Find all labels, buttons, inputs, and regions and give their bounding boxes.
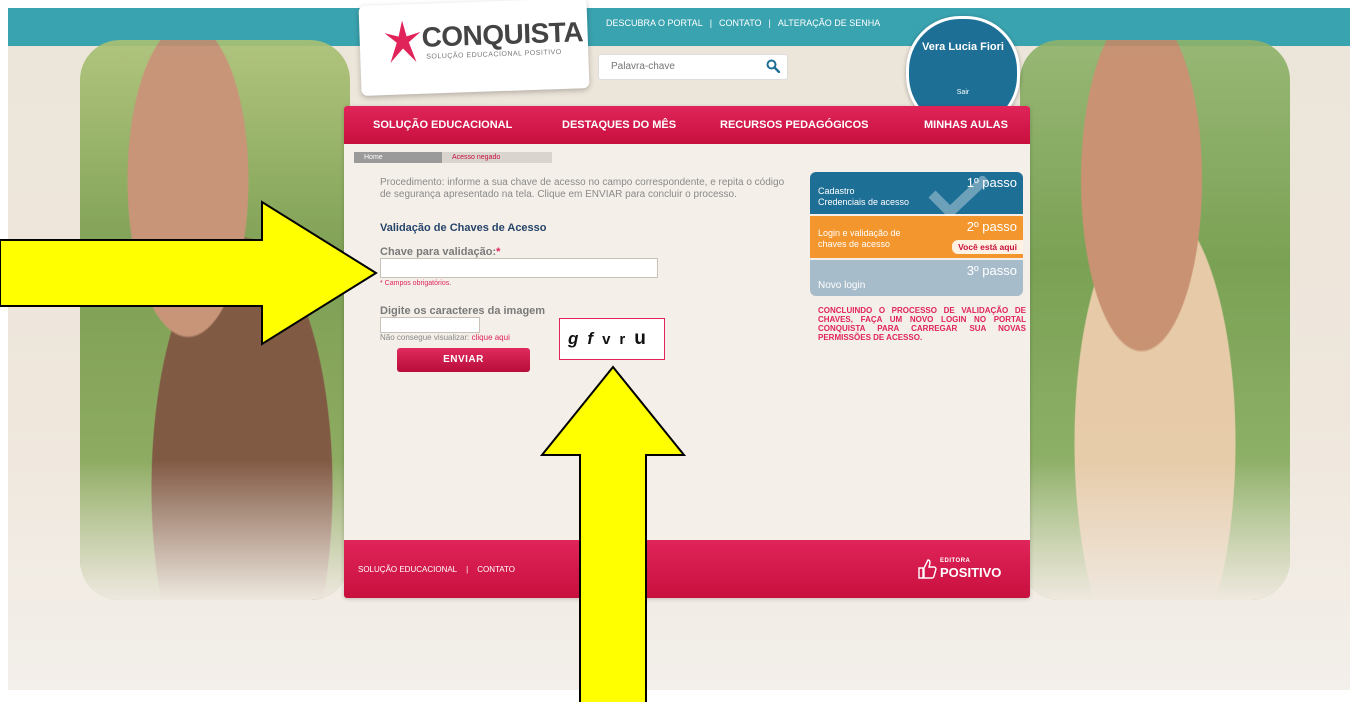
required-note: * Campos obrigatórios. — [380, 280, 452, 287]
search-box — [598, 54, 788, 80]
nav-destaques-do-mes[interactable]: DESTAQUES DO MÊS — [562, 119, 676, 131]
required-marker: * — [496, 246, 501, 258]
captcha-char: g — [568, 329, 584, 348]
step-3: 3º passo Novo login — [810, 260, 1023, 296]
instructions-text: Procedimento: informe a sua chave de ace… — [380, 177, 785, 200]
user-name: Vera Lucia Fiori — [922, 41, 1004, 53]
captcha-label: Digite os caracteres da imagem — [380, 305, 546, 317]
logout-link[interactable]: Sair — [909, 89, 1017, 96]
captcha-help: Não consegue visualizar: clique aqui — [380, 333, 510, 342]
captcha-char: r — [619, 331, 631, 348]
captcha-input[interactable] — [380, 317, 480, 333]
step-1: 1º passo Cadastro Credenciais de acesso — [810, 172, 1023, 216]
logo[interactable]: CONQUISTA SOLUÇÃO EDUCACIONAL POSITIVO — [358, 0, 590, 96]
step-text: Login e validação de chaves de acesso — [818, 228, 901, 249]
step-number: 3º passo — [966, 263, 1017, 278]
captcha-char: f — [587, 329, 599, 348]
current-step-badge: Você está aqui — [952, 240, 1023, 254]
yellow-arrow-right-icon — [0, 200, 378, 346]
captcha-char: v — [602, 331, 616, 348]
access-key-input[interactable] — [380, 258, 658, 278]
nav-solucao-educacional[interactable]: SOLUÇÃO EDUCACIONAL — [373, 119, 512, 131]
key-field-label: Chave para validação:* — [380, 246, 500, 258]
nav-minhas-aulas[interactable]: MINHAS AULAS — [924, 119, 1008, 131]
star-person-icon — [384, 20, 421, 63]
step-text: Cadastro Credenciais de acesso — [818, 186, 910, 207]
main-panel: SOLUÇÃO EDUCACIONAL DESTAQUES DO MÊS REC… — [344, 106, 1030, 598]
top-link-contato[interactable]: CONTATO — [719, 18, 762, 28]
breadcrumb-home[interactable]: Home — [354, 152, 442, 163]
step-2: 2º passo Login e validação de chaves de a… — [810, 216, 1023, 258]
top-links: DESCUBRA O PORTAL | CONTATO | ALTERAÇÃO DE S… — [606, 18, 881, 28]
footer-link-solucao[interactable]: SOLUÇÃO EDUCACIONAL — [358, 565, 457, 574]
footer-link-contato[interactable]: CONTATO — [477, 565, 515, 574]
search-input[interactable] — [609, 60, 753, 73]
captcha-image: gfvru — [559, 318, 665, 360]
captcha-refresh-link[interactable]: clique aqui — [472, 333, 510, 342]
top-link-alteracao-senha[interactable]: ALTERAÇÃO DE SENHA — [778, 18, 880, 28]
step-number: 1º passo — [966, 175, 1017, 190]
footer: SOLUÇÃO EDUCACIONAL | CONTATO EDITORA POSI… — [344, 540, 1030, 598]
main-nav: SOLUÇÃO EDUCACIONAL DESTAQUES DO MÊS REC… — [344, 106, 1030, 144]
breadcrumb-current: Acesso negado — [442, 152, 552, 163]
logo-small-text: EDITORA — [940, 558, 971, 564]
form-title: Validação de Chaves de Acesso — [380, 222, 547, 234]
captcha-help-text: Não consegue visualizar: — [380, 333, 472, 342]
key-label-text: Chave para validação: — [380, 246, 497, 258]
send-button[interactable]: ENVIAR — [397, 348, 530, 372]
step-number: 2º passo — [966, 219, 1017, 234]
kids-photo-right — [1020, 40, 1290, 600]
search-icon[interactable] — [766, 59, 780, 73]
footer-links: SOLUÇÃO EDUCACIONAL | CONTATO — [358, 565, 515, 574]
logo-big-text: POSITIVO — [940, 565, 1002, 580]
step-text: Novo login — [818, 280, 866, 291]
nav-recursos-pedagogicos[interactable]: RECURSOS PEDAGÓGICOS — [720, 119, 869, 131]
captcha-char: u — [634, 328, 651, 349]
yellow-arrow-up-icon — [540, 365, 686, 702]
top-link-descubra[interactable]: DESCUBRA O PORTAL — [606, 18, 703, 28]
notice-text: CONCLUINDO O PROCESSO DE VALIDAÇÃO DE CH… — [818, 306, 1026, 342]
thumbs-up-icon — [918, 559, 937, 579]
page: CONQUISTA SOLUÇÃO EDUCACIONAL POSITIVO D… — [0, 0, 1358, 702]
